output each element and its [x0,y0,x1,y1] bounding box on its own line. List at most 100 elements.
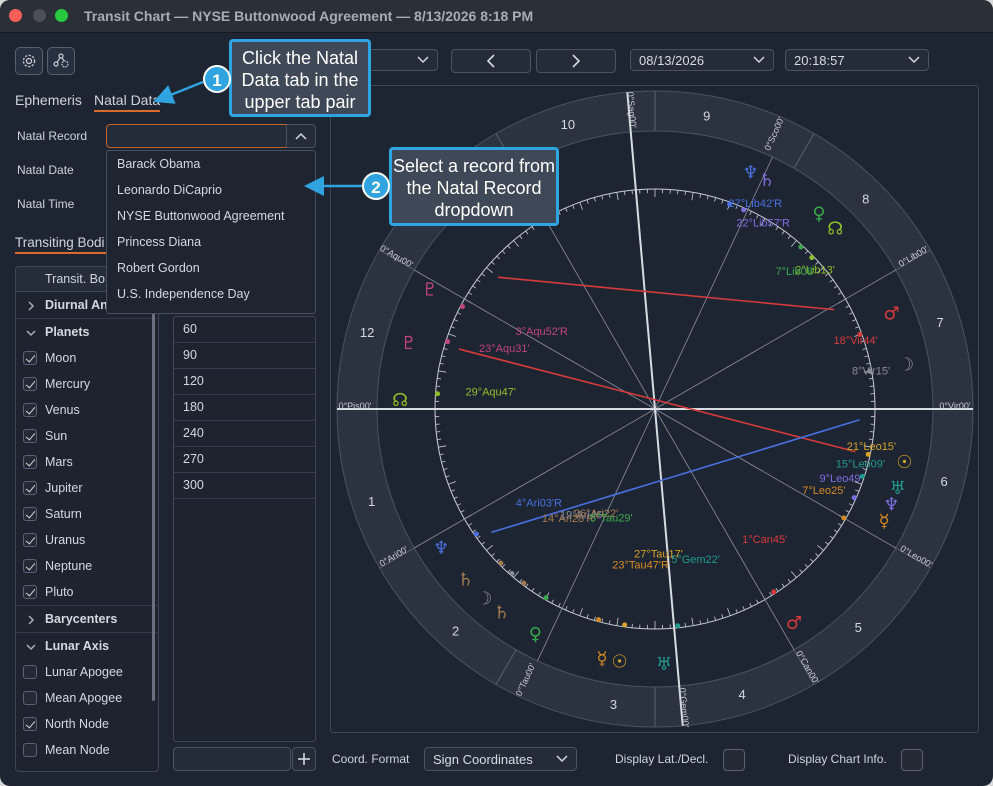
body-checkbox[interactable] [23,481,37,495]
planet-glyph-icon: ♀ [812,204,825,225]
body-row[interactable]: North Node [16,711,158,737]
planet-glyph-icon: ☊ [392,390,408,411]
body-checkbox[interactable] [23,717,37,731]
add-angle-button[interactable] [292,747,316,771]
planet-position-label: 18°Vir44' [834,335,878,347]
natal-record-dropdown-list: Barack Obama Leonardo DiCaprio NYSE Button… [106,150,316,314]
chart-settings-button[interactable] [47,47,75,75]
body-row[interactable]: Sun [16,423,158,449]
dropdown-option[interactable]: Barack Obama [107,151,315,177]
house-number: 3 [610,697,617,712]
body-row[interactable]: Neptune [16,553,158,579]
natal-record-dropdown-button[interactable] [286,124,316,148]
body-row[interactable]: Lunar Apogee [16,659,158,685]
date-picker[interactable]: 08/13/2026 [630,49,774,71]
row-label: Planets [45,325,90,339]
body-checkbox[interactable] [23,743,37,757]
body-checkbox[interactable] [23,533,37,547]
house-number: 10 [561,117,575,132]
angle-row[interactable]: 90 [174,343,315,369]
house-number: 8 [862,191,869,206]
natal-time-label: Natal Time [17,197,75,211]
planet-glyph-icon: ♀ [529,624,542,645]
planet-marker-dot [727,201,733,207]
settings-button[interactable] [15,47,43,75]
body-checkbox[interactable] [23,507,37,521]
dropdown-option[interactable]: Princess Diana [107,229,315,255]
planet-marker-dot [857,331,863,337]
planet-position-label: 7°Lib08' [775,266,815,278]
dropdown-option[interactable]: NYSE Buttonwood Agreement [107,203,315,229]
chevron-down-icon [908,56,920,64]
angle-row[interactable]: 270 [174,447,315,473]
next-step-button[interactable] [536,49,616,73]
plus-icon [298,753,310,765]
callout-2-badge: 2 [362,172,390,200]
planet-marker-dot [622,622,628,628]
body-checkbox[interactable] [23,377,37,391]
dropdown-option[interactable]: U.S. Independence Day [107,281,315,307]
new-angle-input[interactable] [173,747,291,771]
body-checkbox[interactable] [23,665,37,679]
body-checkbox[interactable] [23,455,37,469]
planet-position-label: 4°Ari03'R [516,498,562,510]
angle-row[interactable]: 180 [174,395,315,421]
transiting-bodies-tab[interactable]: Transiting Bodi [15,235,107,254]
angle-row[interactable]: 120 [174,369,315,395]
planet-position-label: 5°Gem22' [671,554,720,566]
body-row[interactable]: Pluto [16,579,158,605]
group-row[interactable]: Planets [16,318,158,345]
body-checkbox[interactable] [23,691,37,705]
degree-tick [684,191,687,196]
close-window-button[interactable] [9,9,22,22]
display-chart-info-label: Display Chart Info. [788,752,887,766]
coord-format-label: Coord. Format [332,752,410,766]
tab-ephemeris[interactable]: Ephemeris [15,92,82,108]
natal-record-combo[interactable] [106,124,288,148]
house-number: 2 [452,623,459,638]
planet-glyph-icon: ♄ [457,570,473,591]
zoom-window-button[interactable] [55,9,68,22]
tab-natal-data[interactable]: Natal Data [94,92,161,112]
dropdown-option[interactable]: Leonardo DiCaprio [107,177,315,203]
planet-glyph-icon: ♅ [656,654,672,675]
angle-row[interactable]: 240 [174,421,315,447]
body-row[interactable]: Mercury [16,371,158,397]
house-number: 5 [855,620,862,635]
body-checkbox[interactable] [23,351,37,365]
planet-glyph-icon: ☿ [596,648,607,669]
body-row[interactable]: Mars [16,449,158,475]
planet-glyph-icon: ♅ [889,478,905,499]
time-value: 20:18:57 [794,52,845,68]
row-label: Lunar Axis [45,639,110,653]
title-bar: Transit Chart — NYSE Buttonwood Agreemen… [0,0,993,33]
body-row[interactable]: Saturn [16,501,158,527]
aspect-angle-list: 60 90 120 180 240 270 300 [173,316,316,742]
time-picker[interactable]: 20:18:57 [785,49,929,71]
body-row[interactable]: Venus [16,397,158,423]
planet-marker-dot [675,623,681,629]
previous-step-button[interactable] [451,49,531,73]
display-chart-info-checkbox[interactable] [901,749,923,771]
coord-format-select[interactable]: Sign Coordinates [424,747,577,771]
list-scrollbar[interactable] [152,301,155,701]
dropdown-option[interactable]: Robert Gordon [107,255,315,281]
callout-1-arrow [153,80,204,104]
group-row[interactable]: Lunar Axis [16,632,158,659]
body-row[interactable]: Jupiter [16,475,158,501]
body-row[interactable]: Uranus [16,527,158,553]
planet-position-label: 9°Leo49' [819,473,862,485]
display-lat-decl-checkbox[interactable] [723,749,745,771]
gear-icon [22,54,36,68]
body-checkbox[interactable] [23,429,37,443]
body-checkbox[interactable] [23,585,37,599]
body-checkbox[interactable] [23,559,37,573]
body-row[interactable]: Mean Apogee [16,685,158,711]
minimize-window-button[interactable] [33,9,46,22]
angle-row[interactable]: 300 [174,473,315,499]
body-checkbox[interactable] [23,403,37,417]
body-row[interactable]: Mean Node [16,737,158,763]
angle-row[interactable]: 60 [174,317,315,343]
group-row[interactable]: Barycenters [16,605,158,632]
body-row[interactable]: Moon [16,345,158,371]
